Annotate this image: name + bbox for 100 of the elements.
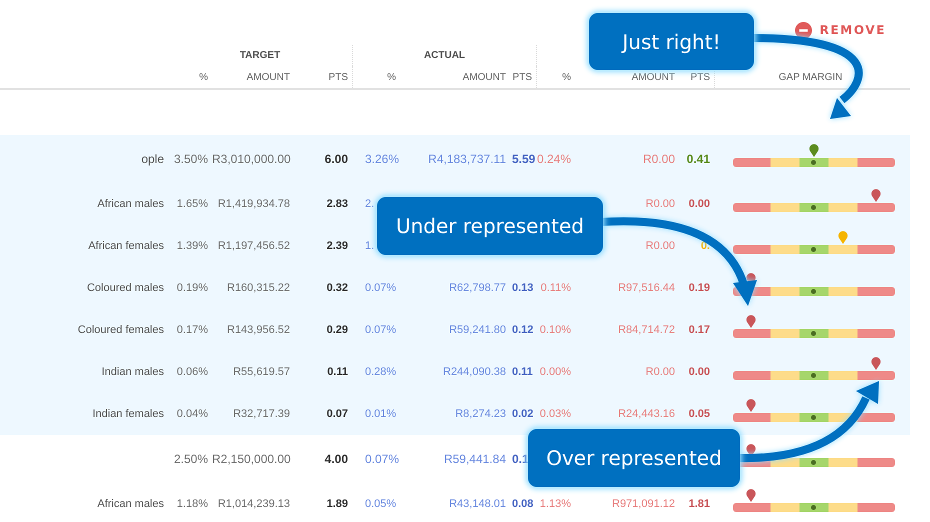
table-cell: 0.07% [365, 452, 400, 466]
remove-icon [794, 22, 812, 38]
table-cell: 1. [365, 240, 374, 252]
table-cell: R3,010,000.00 [212, 152, 291, 166]
table-cell: R0.00 [646, 198, 675, 210]
table-cell: R1,014,239.13 [218, 498, 290, 510]
table-cell: 0.1 [512, 452, 529, 466]
table-cell: 0.05 [688, 408, 710, 420]
table-cell: R97,516.44 [618, 282, 675, 294]
center-dot [811, 415, 816, 420]
center-dot [811, 160, 816, 165]
table-cell: 0.00 [688, 198, 710, 210]
column-header[interactable]: GAP MARGIN [778, 72, 842, 82]
table-cell: R62,798.77 [449, 282, 506, 294]
table-cell: R244,090.38 [443, 366, 506, 378]
center-dot [811, 373, 816, 378]
row-label: African females [88, 240, 164, 252]
table-cell: 1.89 [326, 498, 348, 510]
callout: Under represented [377, 197, 603, 255]
row-label: Coloured males [86, 282, 164, 294]
table-cell: R2,150,000.00 [212, 452, 291, 466]
group-header: ACTUAL [424, 50, 466, 61]
center-dot [811, 331, 816, 336]
table-cell: 0.07% [365, 282, 396, 294]
column-header[interactable]: % [199, 72, 208, 82]
table-cell: 2.50% [174, 452, 208, 466]
row-label: Coloured females [78, 324, 164, 336]
table-cell: R1,419,934.78 [218, 198, 290, 210]
table-cell: R32,717.39 [233, 408, 290, 420]
column-header[interactable]: % [562, 72, 571, 82]
center-dot [811, 505, 816, 510]
row-label: ople [141, 152, 164, 166]
table-cell: 0.29 [326, 324, 348, 336]
table-cell: R0.00 [646, 240, 675, 252]
table-cell: 0.00 [688, 366, 710, 378]
column-header[interactable]: % [387, 72, 396, 82]
table-cell: 2.39 [326, 240, 348, 252]
column-header[interactable]: AMOUNT [462, 72, 506, 82]
column-header[interactable]: PTS [328, 72, 348, 82]
table-cell: 0.05% [365, 498, 396, 510]
table-cell: 0.17% [176, 324, 208, 336]
table-cell: R143,956.52 [227, 324, 290, 336]
table-cell: R1,197,456.52 [218, 240, 290, 252]
column-header[interactable]: PTS [512, 72, 532, 82]
callout: Over represented [528, 429, 740, 487]
table-cell: 1.65% [176, 198, 208, 210]
column-header[interactable]: AMOUNT [246, 72, 290, 82]
table-cell: 0.00% [540, 366, 571, 378]
table-cell: 2.83 [326, 198, 348, 210]
table-cell: 0.11 [512, 366, 533, 378]
table-cell: R43,148.01 [449, 498, 506, 510]
table-cell: R59,241.80 [449, 324, 506, 336]
table-cell: 1.39% [176, 240, 208, 252]
table-cell: R8,274.23 [455, 408, 506, 420]
table-cell: R160,315.22 [227, 282, 290, 294]
table-cell: R0.00 [642, 152, 675, 166]
table-cell: 5.59 [512, 152, 536, 166]
center-dot [811, 247, 816, 252]
row-label: Indian males [102, 366, 164, 378]
table-cell: 0.32 [326, 282, 348, 294]
table-cell: 0.13 [512, 282, 534, 294]
row-label: African males [97, 498, 164, 510]
table-cell: 1.18% [176, 498, 208, 510]
table-cell: 0.11 [327, 366, 348, 378]
center-dot [811, 289, 816, 294]
table-cell: 3.26% [365, 152, 400, 166]
table-cell: 1.13% [540, 498, 571, 510]
table-cell: 0.01% [365, 408, 396, 420]
callout: Just right! [589, 13, 754, 70]
center-dot [811, 460, 816, 465]
table-cell: R0.00 [646, 366, 675, 378]
table-cell: R84,714.72 [618, 324, 675, 336]
table-cell: 4.00 [324, 452, 348, 466]
table-cell: 0.41 [686, 152, 710, 166]
table-cell: 0.11% [540, 282, 571, 294]
table-cell: 0.03% [540, 408, 571, 420]
table-cell: 0.10% [540, 324, 571, 336]
table-cell: R55,619.57 [233, 366, 290, 378]
table-cell: 0.04% [176, 408, 208, 420]
table-cell: 0.24% [536, 152, 571, 166]
table-cell: 0.07% [365, 324, 396, 336]
table-cell: R59,441.84 [444, 452, 506, 466]
table-cell: 0.02 [512, 408, 534, 420]
column-header[interactable]: AMOUNT [632, 72, 675, 82]
remove-button[interactable]: REMOVE [790, 20, 890, 40]
table-cell: 0.19 [688, 282, 710, 294]
row-label: Indian females [92, 408, 164, 420]
table-cell: R4,183,737.11 [428, 152, 506, 166]
table-cell: 6.00 [324, 152, 348, 166]
table-cell: 0.12 [512, 324, 534, 336]
table-cell: 0.17 [688, 324, 710, 336]
column-header[interactable]: PTS [690, 72, 710, 82]
table-cell: 0.08 [512, 498, 534, 510]
row-label: African males [97, 198, 164, 210]
table-cell: 1.81 [688, 498, 710, 510]
group-header: TARGET [240, 50, 280, 61]
table-cell: 0.28% [365, 366, 396, 378]
table-cell: 0.19% [176, 282, 208, 294]
table-cell: R24,443.16 [618, 408, 675, 420]
center-dot [811, 205, 816, 210]
